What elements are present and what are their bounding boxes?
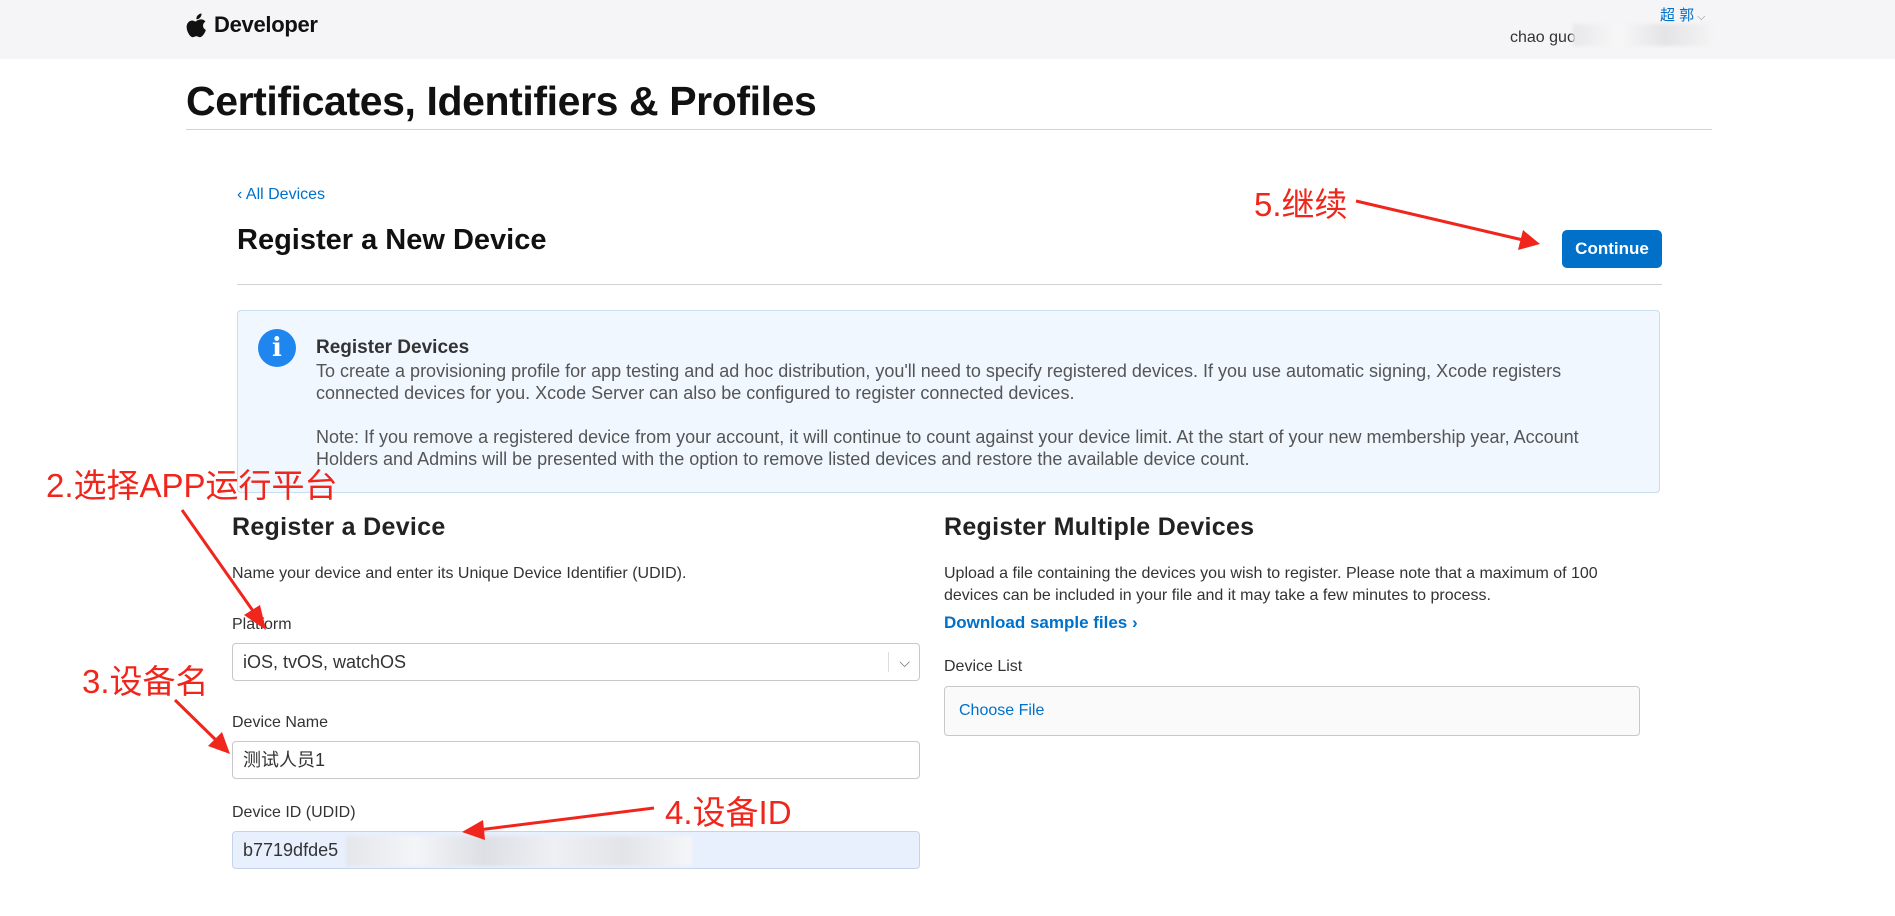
arrow-to-device-name xyxy=(173,698,230,754)
device-name-value: 测试人员1 xyxy=(243,750,326,770)
register-multiple-title: Register Multiple Devices xyxy=(944,513,1255,541)
choose-file-button[interactable]: Choose File xyxy=(959,687,1044,735)
register-devices-info-box: i Register Devices To create a provision… xyxy=(237,310,1660,493)
title-divider xyxy=(186,129,1712,130)
redacted-udid xyxy=(346,836,692,866)
chevron-down-icon: ⌵ xyxy=(899,654,910,670)
user-name-zh: 超 郭 xyxy=(1660,7,1695,24)
udid-value: b7719dfde5 xyxy=(243,840,339,860)
developer-brand[interactable]: Developer xyxy=(186,12,318,38)
section-divider xyxy=(237,284,1662,285)
select-divider xyxy=(888,652,889,672)
device-name-label: Device Name xyxy=(232,714,329,731)
info-note: Note: If you remove a registered device … xyxy=(316,427,1579,469)
account-name: chao guo xyxy=(1510,29,1576,46)
all-devices-back-link[interactable]: ‹ All Devices xyxy=(237,186,325,204)
info-title: Register Devices xyxy=(316,337,470,358)
register-device-description: Name your device and enter its Unique De… xyxy=(232,565,687,582)
user-menu[interactable]: 超 郭 ⌵ xyxy=(1660,4,1706,25)
register-multiple-description: Upload a file containing the devices you… xyxy=(944,565,1598,604)
platform-select[interactable]: iOS, tvOS, watchOS ⌵ xyxy=(232,643,920,681)
annotation-step-4: 4.设备ID xyxy=(665,794,792,831)
platform-selected-value: iOS, tvOS, watchOS xyxy=(243,652,407,672)
register-device-title: Register a Device xyxy=(232,513,446,541)
device-name-input[interactable]: 测试人员1 xyxy=(232,741,920,779)
info-icon: i xyxy=(258,329,296,367)
top-navigation-bar: Developer 超 郭 ⌵ chao guo xyxy=(0,0,1895,59)
udid-label: Device ID (UDID) xyxy=(232,804,356,821)
device-list-label: Device List xyxy=(944,658,1023,675)
annotation-step-5: 5.继续 xyxy=(1254,186,1348,223)
redacted-account-info xyxy=(1573,24,1711,46)
chevron-down-icon: ⌵ xyxy=(1697,11,1706,23)
device-list-file-input[interactable]: Choose File xyxy=(944,686,1640,736)
download-sample-files-link[interactable]: Download sample files › xyxy=(944,613,1138,633)
arrow-to-continue xyxy=(1355,199,1540,250)
info-paragraph: To create a provisioning profile for app… xyxy=(316,361,1562,403)
section-title: Register a New Device xyxy=(237,224,547,256)
annotation-step-2: 2.选择APP运行平台 xyxy=(46,467,338,504)
platform-label: Platform xyxy=(232,616,292,633)
annotation-step-3: 3.设备名 xyxy=(82,663,209,700)
brand-text: Developer xyxy=(214,12,318,37)
apple-logo-icon xyxy=(186,13,206,38)
continue-button[interactable]: Continue xyxy=(1562,230,1662,268)
page-title: Certificates, Identifiers & Profiles xyxy=(186,78,817,124)
